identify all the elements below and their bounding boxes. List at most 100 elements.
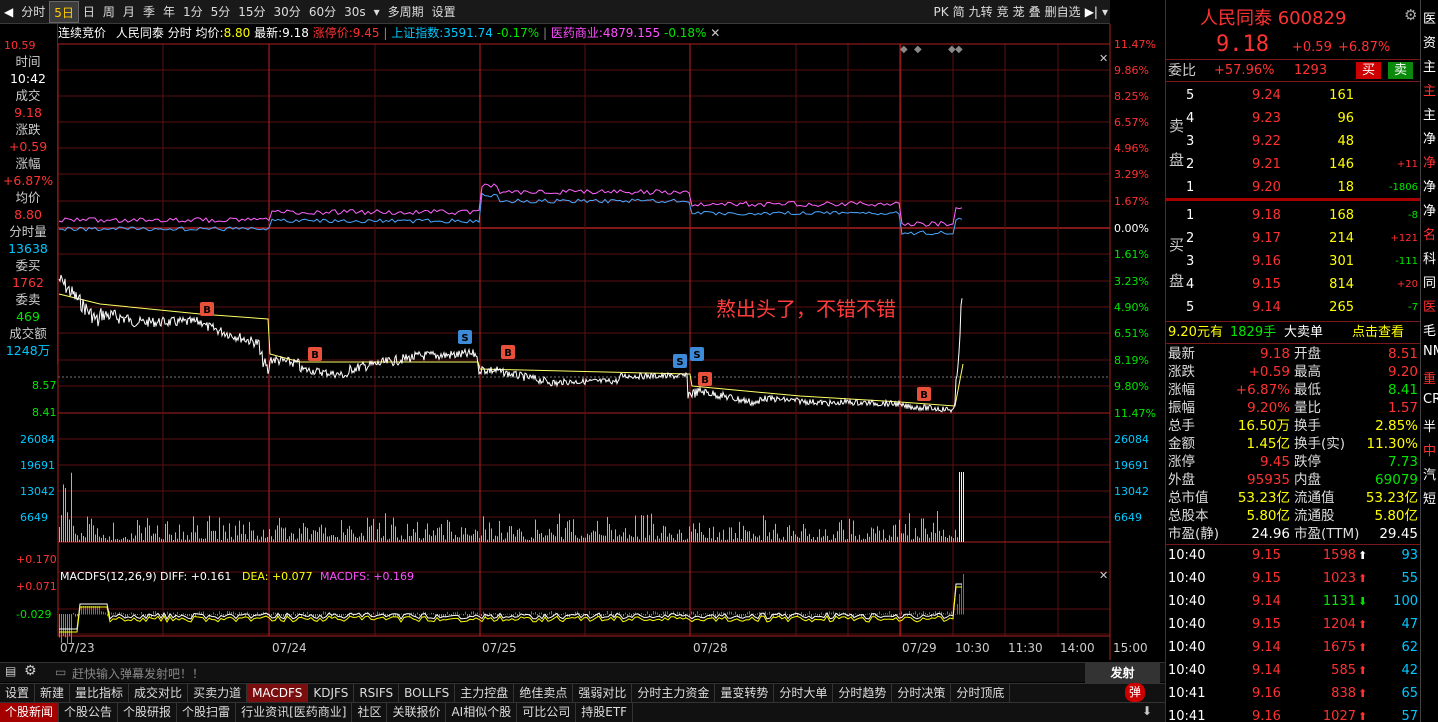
side-list-item[interactable]: 半 [1423, 416, 1438, 435]
side-list-item[interactable]: 同 [1423, 272, 1438, 291]
indicator-tab[interactable]: 分时顶底 [951, 684, 1011, 703]
indicator-tab[interactable]: 量比指标 [70, 684, 130, 703]
tab-year[interactable]: 年 [159, 1, 179, 23]
tab-5min[interactable]: 5分 [207, 1, 235, 23]
keyboard-icon[interactable]: ▤ [5, 664, 16, 678]
tab-week[interactable]: 周 [99, 1, 119, 23]
tab-quarter[interactable]: 季 [139, 1, 159, 23]
side-list-item[interactable]: NM [1423, 344, 1438, 359]
indicator-tab[interactable]: MACDFS [247, 684, 309, 703]
side-list-item[interactable]: 净 [1423, 200, 1438, 219]
bid-row[interactable]: 1 9.18 168 -8 [1166, 205, 1421, 227]
indicator-tab[interactable]: 分时决策 [892, 684, 952, 703]
bid-row[interactable]: 4 9.15 814 +20 [1166, 274, 1421, 296]
info-tab[interactable]: 个股研报 [118, 703, 178, 722]
danmu-input[interactable]: 赶快输入弹幕发射吧！！ [72, 665, 204, 682]
ask-row[interactable]: 5 9.24 161 [1166, 85, 1421, 107]
tab-15min[interactable]: 15分 [234, 1, 269, 23]
side-list-item[interactable]: 中 [1423, 440, 1438, 459]
side-list-item[interactable]: 医 [1423, 8, 1438, 27]
dropdown-icon[interactable]: ▾ [1100, 2, 1110, 22]
side-list-item[interactable]: 医 [1423, 296, 1438, 315]
info-tab[interactable]: AI相似个股 [446, 703, 518, 722]
tab-multi-period[interactable]: 多周期 [384, 1, 428, 23]
dropdown-arrow-icon[interactable]: ▾ [370, 1, 384, 23]
big-order-link[interactable]: 点击查看 [1352, 322, 1404, 344]
indicator-tab[interactable]: 分时大单 [774, 684, 834, 703]
side-list-item[interactable]: 汽 [1423, 464, 1438, 483]
side-list-item[interactable]: 主 [1423, 80, 1438, 99]
compete-button[interactable]: 竞 [995, 2, 1011, 22]
ask-row[interactable]: 3 9.22 48 [1166, 131, 1421, 153]
send-button[interactable]: 发射 [1085, 663, 1160, 683]
side-list-item[interactable]: CR [1423, 392, 1438, 407]
indicator-tab[interactable]: 量变转势 [715, 684, 775, 703]
indicator-tab[interactable]: 分时主力资金 [632, 684, 716, 703]
close-icon[interactable]: ✕ [710, 26, 720, 40]
indicator-tab[interactable]: 绝佳卖点 [514, 684, 574, 703]
tab-30min[interactable]: 30分 [270, 1, 305, 23]
remove-favorite-button[interactable]: 删自选 [1043, 2, 1083, 22]
info-tab[interactable]: 行业资讯[医药商业] [236, 703, 353, 722]
danmu-toggle[interactable]: 弹 [1125, 683, 1146, 702]
tab-5day[interactable]: 5日 [49, 0, 79, 23]
info-tab[interactable]: 个股新闻 [0, 703, 60, 722]
tab-fenshi[interactable]: 分时 [17, 1, 49, 23]
indicator-tab[interactable]: 分时趋势 [833, 684, 893, 703]
event-diamond-icon[interactable]: ◆ [955, 44, 963, 55]
info-tab[interactable]: 关联报价 [387, 703, 447, 722]
side-list-item[interactable]: 资 [1423, 32, 1438, 51]
tab-day[interactable]: 日 [79, 1, 99, 23]
close-icon[interactable]: ✕ [1099, 569, 1108, 582]
indicator-tab[interactable]: 成交对比 [129, 684, 189, 703]
big-order-row[interactable]: 9.20元有 1829手 大卖单 点击查看 [1166, 322, 1421, 344]
download-icon[interactable]: ⬇ [1142, 704, 1152, 718]
bid-row[interactable]: 5 9.14 265 -7 [1166, 297, 1421, 319]
buy-button[interactable]: 买 [1356, 62, 1382, 79]
tab-month[interactable]: 月 [119, 1, 139, 23]
side-list-item[interactable]: 科 [1423, 248, 1438, 267]
side-list-item[interactable]: 重 [1423, 368, 1438, 387]
back-icon[interactable]: ◀ [0, 1, 17, 23]
bid-row[interactable]: 2 9.17 214 +121 [1166, 228, 1421, 250]
bid-row[interactable]: 3 9.16 301 -111 [1166, 251, 1421, 273]
indicator-tab[interactable]: 新建 [35, 684, 71, 703]
side-list-item[interactable]: 短 [1423, 488, 1438, 507]
side-list-item[interactable]: 净 [1423, 176, 1438, 195]
ask-row[interactable]: 1 9.20 18 -1806 [1166, 177, 1421, 199]
side-list-item[interactable]: 毛 [1423, 320, 1438, 339]
indicator-tab[interactable]: 主力控盘 [455, 684, 515, 703]
side-list-item[interactable]: 净 [1423, 152, 1438, 171]
indicator-tab[interactable]: 买卖力道 [188, 684, 248, 703]
close-icon[interactable]: ✕ [1099, 52, 1108, 65]
info-tab[interactable]: 个股扫雷 [177, 703, 237, 722]
forward-icon[interactable]: ▶| [1083, 2, 1100, 22]
pk-button[interactable]: PK [931, 2, 950, 22]
gear-icon[interactable]: ⚙ [24, 663, 37, 679]
simple-button[interactable]: 简 [951, 2, 967, 22]
info-tab[interactable]: 可比公司 [517, 703, 577, 722]
overlay-button[interactable]: 叠 [1027, 2, 1043, 22]
long-button[interactable]: 茏 [1011, 2, 1027, 22]
indicator-tab[interactable]: BOLLFS [399, 684, 456, 703]
indicator-tab[interactable]: RSIFS [354, 684, 400, 703]
event-diamond-icon[interactable]: ◆ [900, 44, 908, 55]
info-tab[interactable]: 个股公告 [59, 703, 119, 722]
side-list-item[interactable]: 主 [1423, 56, 1438, 75]
gear-icon[interactable]: ⚙ [1404, 6, 1417, 24]
side-list-item[interactable]: 名 [1423, 224, 1438, 243]
event-diamond-icon[interactable]: ◆ [914, 44, 922, 55]
tab-30s[interactable]: 30s [340, 1, 370, 23]
ask-row[interactable]: 2 9.21 146 +11 [1166, 154, 1421, 176]
tab-settings[interactable]: 设置 [428, 1, 460, 23]
ask-row[interactable]: 4 9.23 96 [1166, 108, 1421, 130]
indicator-tab[interactable]: KDJFS [308, 684, 355, 703]
tab-60min[interactable]: 60分 [305, 1, 340, 23]
indicator-tab[interactable]: 强弱对比 [573, 684, 633, 703]
side-list-item[interactable]: 主 [1423, 104, 1438, 123]
indicator-tab[interactable]: 设置 [0, 684, 36, 703]
info-tab[interactable]: 持股ETF [576, 703, 634, 722]
sell-button[interactable]: 卖 [1388, 62, 1414, 79]
tab-1min[interactable]: 1分 [179, 1, 207, 23]
jiuzhuan-button[interactable]: 九转 [967, 2, 995, 22]
